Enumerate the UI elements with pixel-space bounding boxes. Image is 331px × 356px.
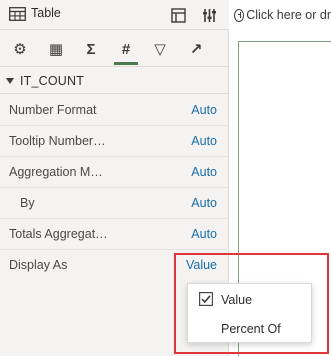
- grammar-sliders-icon: [202, 8, 216, 22]
- property-row-totals-aggregation: Totals Aggregat… Auto: [0, 219, 229, 250]
- canvas-drop-hint[interactable]: Click here or dr: [246, 8, 331, 22]
- property-label: Tooltip Number…: [9, 134, 106, 148]
- tab-general[interactable]: ⚙: [6, 31, 34, 67]
- gear-icon: ⚙: [13, 41, 27, 58]
- property-label: Totals Aggregat…: [9, 227, 108, 241]
- add-plus-icon[interactable]: [234, 8, 245, 22]
- property-value-link[interactable]: Auto: [191, 227, 217, 241]
- tab-analytics[interactable]: ↗: [182, 31, 210, 67]
- tab-filter[interactable]: ▽: [146, 31, 174, 67]
- property-label: By: [20, 196, 35, 210]
- dropdown-option-percent-of[interactable]: Percent Of: [188, 315, 313, 343]
- filter-icon: ▽: [154, 41, 166, 58]
- properties-icon: [170, 7, 186, 23]
- canvas-toolbar: Click here or dr: [230, 0, 331, 30]
- tab-aggregation[interactable]: Σ: [77, 31, 105, 67]
- table-icon: [9, 7, 26, 21]
- property-value-link[interactable]: Auto: [191, 196, 217, 210]
- hash-icon: #: [121, 40, 131, 58]
- property-value-link[interactable]: Auto: [191, 103, 217, 117]
- property-row-aggregation-method: Aggregation M… Auto: [0, 157, 229, 188]
- display-as-dropdown: Value Percent Of: [187, 283, 312, 343]
- option-label: Value: [221, 293, 253, 307]
- section-label: IT_COUNT: [20, 73, 85, 88]
- section-header[interactable]: IT_COUNT: [0, 68, 229, 94]
- trend-icon: ↗: [189, 41, 203, 58]
- tab-number[interactable]: #: [112, 31, 140, 67]
- panel-header: Table: [0, 0, 229, 30]
- property-label: Number Format: [9, 103, 97, 117]
- property-value-link[interactable]: Auto: [191, 134, 217, 148]
- property-label: Display As: [9, 258, 68, 272]
- grammar-toggle-button[interactable]: [197, 3, 221, 27]
- property-label: Aggregation M…: [9, 165, 103, 179]
- option-label: Percent Of: [221, 322, 281, 336]
- property-row-number-format: Number Format Auto: [0, 95, 229, 126]
- property-value-link[interactable]: Auto: [191, 165, 217, 179]
- checkbox-checked-icon: [199, 292, 213, 306]
- property-row-by: By Auto: [0, 188, 229, 219]
- display-as-dropdown-trigger[interactable]: Value: [186, 258, 217, 272]
- sigma-icon: Σ: [86, 40, 96, 58]
- tab-data[interactable]: ▦: [42, 31, 70, 67]
- properties-toggle-button[interactable]: [166, 3, 190, 27]
- property-row-tooltip-number: Tooltip Number… Auto: [0, 126, 229, 157]
- visualization-title: Table: [31, 6, 61, 20]
- dropdown-option-value[interactable]: Value: [188, 286, 313, 314]
- grid-icon: ▦: [48, 41, 64, 58]
- property-row-display-as: Display As Value: [0, 250, 229, 281]
- property-tabs: ⚙ ▦ Σ # ▽ ↗: [0, 31, 229, 67]
- collapse-caret-icon: [6, 77, 14, 84]
